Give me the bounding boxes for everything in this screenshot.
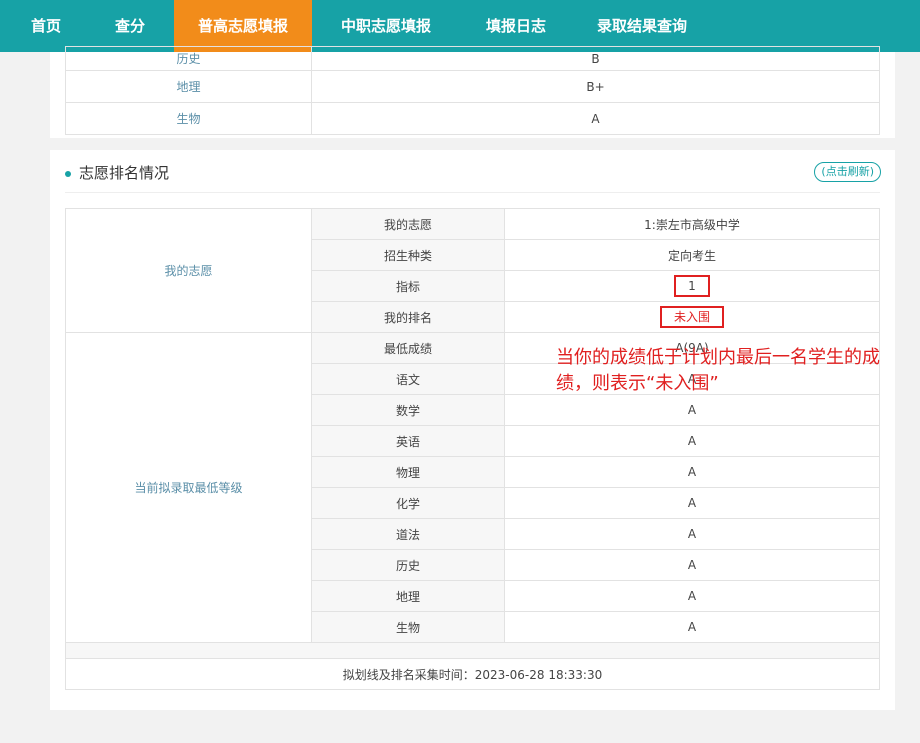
row-value: A	[504, 394, 880, 426]
row-value: A	[504, 425, 880, 457]
rank-highlight: 未入围	[659, 306, 724, 328]
nav-score[interactable]: 查分	[102, 0, 158, 52]
spacer-cell	[65, 642, 880, 659]
row-value: 未入围	[504, 301, 880, 333]
table-row: 生物 A	[65, 102, 880, 135]
row-label: 道法	[311, 518, 505, 550]
row-label: 招生种类	[311, 239, 505, 271]
nav-high-school-application[interactable]: 普高志愿填报	[174, 0, 312, 52]
grade-cell: B+	[311, 70, 880, 103]
table-spacer	[65, 642, 880, 659]
row-label: 我的排名	[311, 301, 505, 333]
my-choice-group-label: 我的志愿	[65, 208, 312, 333]
bullet-icon	[65, 170, 71, 177]
row-label: 化学	[311, 487, 505, 519]
scores-panel: 历史 B 地理 B+ 生物 A	[50, 46, 895, 138]
row-label: 历史	[311, 549, 505, 581]
section-title-text: 志愿排名情况	[79, 164, 170, 182]
nav-admission-result[interactable]: 录取结果查询	[580, 0, 704, 52]
min-grade-group-label: 当前拟录取最低等级	[65, 332, 312, 643]
row-value: 1	[504, 270, 880, 302]
divider	[65, 192, 880, 193]
table-row: 地理 B+	[65, 70, 880, 103]
nav-application-log[interactable]: 填报日志	[470, 0, 562, 52]
row-value: A	[504, 611, 880, 643]
table-row: 历史 B	[65, 46, 880, 71]
row-value: A	[504, 549, 880, 581]
scores-table: 历史 B 地理 B+ 生物 A	[65, 46, 880, 135]
collection-time: 拟划线及排名采集时间：2023-06-28 18:33:30	[65, 658, 880, 690]
grade-cell: A	[311, 102, 880, 135]
quota-highlight: 1	[674, 275, 710, 297]
row-label: 英语	[311, 425, 505, 457]
nav-vocational-application[interactable]: 中职志愿填报	[326, 0, 446, 52]
top-nav: 首页 查分 普高志愿填报 中职志愿填报 填报日志 录取结果查询	[0, 0, 920, 52]
subject-cell: 地理	[65, 70, 312, 103]
row-value: A	[504, 487, 880, 519]
row-value: A	[504, 580, 880, 612]
row-label: 物理	[311, 456, 505, 488]
nav-home[interactable]: 首页	[18, 0, 74, 52]
row-label: 地理	[311, 580, 505, 612]
subject-cell: 生物	[65, 102, 312, 135]
row-label: 指标	[311, 270, 505, 302]
row-value: 定向考生	[504, 239, 880, 271]
refresh-button[interactable]: (点击刷新)	[814, 162, 881, 182]
section-title: 志愿排名情况	[65, 162, 169, 183]
grade-cell: B	[311, 46, 880, 71]
row-value: A	[504, 456, 880, 488]
row-label: 语文	[311, 363, 505, 395]
row-label: 最低成绩	[311, 332, 505, 364]
row-label: 生物	[311, 611, 505, 643]
row-value: 1:崇左市高级中学	[504, 208, 880, 240]
row-value: A	[504, 518, 880, 550]
ranking-table: 我的志愿 我的志愿 1:崇左市高级中学 招生种类 定向考生 指标 1 我的排名 …	[65, 208, 880, 690]
subject-cell: 历史	[65, 46, 312, 71]
table-row: 我的志愿 我的志愿 1:崇左市高级中学	[65, 208, 880, 333]
annotation-note: 当你的成绩低于计划内最后一名学生的成绩，则表示“未入围”	[556, 347, 880, 394]
table-row: 拟划线及排名采集时间：2023-06-28 18:33:30	[65, 658, 880, 690]
row-label: 我的志愿	[311, 208, 505, 240]
ranking-panel: 志愿排名情况 (点击刷新) 我的志愿 我的志愿 1:崇左市高级中学 招生种类 定…	[50, 150, 895, 710]
row-label: 数学	[311, 394, 505, 426]
